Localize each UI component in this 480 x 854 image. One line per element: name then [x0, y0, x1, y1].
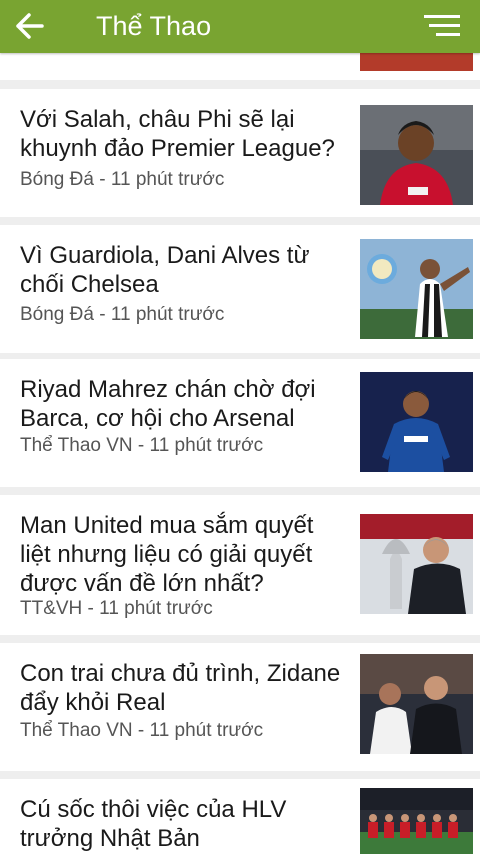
article-meta: Bóng Đá - 11 phút trước	[20, 304, 225, 325]
sort-menu-icon	[424, 15, 460, 36]
article-meta: TT&VH - 11 phút trước	[20, 598, 213, 619]
article-thumbnail[interactable]	[360, 239, 473, 339]
article-meta: Bóng Đá - 11 phút trước	[20, 169, 225, 190]
article-thumbnail[interactable]	[360, 514, 473, 614]
article-thumbnail[interactable]	[360, 105, 473, 205]
article-title[interactable]: Vì Guardiola, Dani Alves từ chối Chelsea	[20, 241, 345, 299]
sort-menu-button[interactable]	[420, 12, 464, 40]
article-thumbnail[interactable]	[360, 788, 473, 854]
page-title: Thể Thao	[96, 11, 212, 41]
article-meta: Thể Thao VN - 11 phút trước	[20, 720, 264, 741]
article-card[interactable]: Con trai chưa đủ trình, Zidane đẩy khỏi …	[0, 643, 480, 771]
article-thumbnail[interactable]	[360, 372, 473, 472]
back-button[interactable]	[14, 11, 48, 41]
article-feed: Với Salah, châu Phi sẽ lại khuynh đảo Pr…	[0, 0, 480, 854]
article-title[interactable]: Con trai chưa đủ trình, Zidane đẩy khỏi …	[20, 659, 345, 717]
app-bar: Thể Thao	[0, 0, 480, 53]
article-title[interactable]: Riyad Mahrez chán chờ đợi Barca, cơ hội …	[20, 375, 345, 433]
article-title[interactable]: Man United mua sắm quyết liệt nhưng liệu…	[20, 511, 345, 598]
article-title[interactable]: Với Salah, châu Phi sẽ lại khuynh đảo Pr…	[20, 105, 345, 163]
arrow-left-icon	[16, 13, 44, 39]
article-card[interactable]: Riyad Mahrez chán chờ đợi Barca, cơ hội …	[0, 359, 480, 487]
article-card[interactable]: Với Salah, châu Phi sẽ lại khuynh đảo Pr…	[0, 89, 480, 217]
article-thumbnail[interactable]	[360, 654, 473, 754]
article-card[interactable]: Vì Guardiola, Dani Alves từ chối Chelsea…	[0, 225, 480, 353]
article-card[interactable]: Man United mua sắm quyết liệt nhưng liệu…	[0, 495, 480, 635]
article-card[interactable]: Cú sốc thôi việc của HLV trưởng Nhật Bản	[0, 779, 480, 854]
article-title[interactable]: Cú sốc thôi việc của HLV trưởng Nhật Bản	[20, 795, 345, 853]
article-meta: Thể Thao VN - 11 phút trước	[20, 435, 264, 456]
